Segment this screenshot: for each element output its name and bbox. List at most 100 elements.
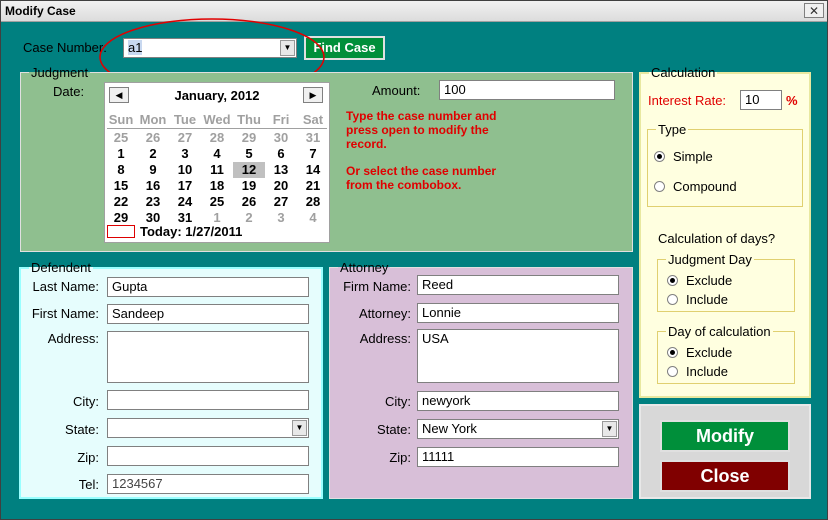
calendar-day[interactable]: 25: [105, 130, 137, 146]
interest-rate-input[interactable]: 10: [740, 90, 782, 110]
window-title: Modify Case: [5, 4, 76, 18]
judgment-day-include-radio[interactable]: [667, 294, 678, 305]
calendar-day[interactable]: 25: [201, 194, 233, 210]
judgment-day-include-label[interactable]: Include: [686, 292, 728, 307]
calendar-week-row: 1234567: [105, 146, 329, 162]
defendent-zip-input[interactable]: [107, 446, 309, 466]
calendar-day[interactable]: 22: [105, 194, 137, 210]
simple-radio[interactable]: [654, 151, 665, 162]
defendent-zip-label: Zip:: [77, 450, 99, 465]
attorney-state-select[interactable]: New York ▼: [417, 419, 619, 439]
attorney-input[interactable]: Lonnie: [417, 303, 619, 323]
chevron-down-icon[interactable]: ▼: [602, 421, 617, 437]
calendar-day[interactable]: 26: [233, 194, 265, 210]
calendar-day[interactable]: 7: [297, 146, 329, 162]
calendar-day[interactable]: 11: [201, 162, 233, 178]
attorney-legend: Attorney: [340, 260, 389, 275]
hint-line: Type the case number and: [346, 109, 497, 123]
day-calc-exclude-radio[interactable]: [667, 347, 678, 358]
simple-label[interactable]: Simple: [673, 149, 713, 164]
firm-name-input[interactable]: Reed: [417, 275, 619, 295]
calendar-day[interactable]: 3: [169, 146, 201, 162]
calendar-day[interactable]: 29: [105, 210, 137, 226]
attorney-zip-label: Zip:: [389, 450, 411, 465]
calendar-day[interactable]: 27: [169, 130, 201, 146]
attorney-city-input[interactable]: newyork: [417, 391, 619, 411]
attorney-address-input[interactable]: USA: [417, 329, 619, 383]
close-window-icon[interactable]: ✕: [804, 3, 824, 18]
day-calc-exclude-label[interactable]: Exclude: [686, 345, 732, 360]
today-text: Today: 1/27/2011: [140, 224, 243, 239]
judgment-day-exclude-label[interactable]: Exclude: [686, 273, 732, 288]
compound-label[interactable]: Compound: [673, 179, 737, 194]
calendar-day[interactable]: 17: [169, 178, 201, 194]
hint-line: record.: [346, 137, 387, 151]
next-month-icon[interactable]: ▶: [303, 87, 323, 103]
close-button[interactable]: Close: [660, 460, 790, 492]
tel-input[interactable]: 1234567: [107, 474, 309, 494]
calendar-day[interactable]: 24: [169, 194, 201, 210]
calendar-dow-row: Sun Mon Tue Wed Thu Fri Sat: [105, 112, 329, 128]
first-name-input[interactable]: Sandeep: [107, 304, 309, 324]
chevron-down-icon[interactable]: ▼: [292, 420, 307, 436]
attorney-zip-input[interactable]: 11111: [417, 447, 619, 467]
day-calc-include-label[interactable]: Include: [686, 364, 728, 379]
calendar-day[interactable]: 16: [137, 178, 169, 194]
calendar-day[interactable]: 20: [265, 178, 297, 194]
calendar-week-row: 25 26 27 28 29 30 31: [105, 130, 329, 146]
defendent-address-input[interactable]: [107, 331, 309, 383]
judgment-date-calendar[interactable]: ◀ January, 2012 ▶ Sun Mon Tue Wed Thu Fri Sat 2…: [104, 82, 330, 243]
judgment-day-exclude-radio[interactable]: [667, 275, 678, 286]
close-label: Close: [700, 466, 750, 486]
calendar-day[interactable]: 6: [265, 146, 297, 162]
last-name-input[interactable]: Gupta: [107, 277, 309, 297]
calendar-day[interactable]: 10: [169, 162, 201, 178]
calendar-dow-sat: Sat: [302, 112, 324, 127]
calendar-day[interactable]: 21: [297, 178, 329, 194]
calendar-week-row: 22 23 24 25 26 27 28: [105, 194, 329, 210]
calendar-day[interactable]: 28: [297, 194, 329, 210]
calendar-day[interactable]: 18: [201, 178, 233, 194]
first-name-label: First Name:: [31, 306, 99, 321]
calendar-day[interactable]: 19: [233, 178, 265, 194]
amount-input[interactable]: 100: [439, 80, 615, 100]
calendar-day[interactable]: 14: [297, 162, 329, 178]
calendar-day[interactable]: 2: [137, 146, 169, 162]
calendar-day[interactable]: 12: [233, 162, 265, 178]
days-title: Calculation of days?: [658, 231, 776, 246]
calendar-day[interactable]: 23: [137, 194, 169, 210]
calendar-week-row: 15 16 17 18 19 20 21: [105, 178, 329, 194]
amount-label: Amount:: [372, 83, 421, 98]
type-legend: Type: [658, 122, 687, 137]
calendar-day[interactable]: 3: [265, 210, 297, 226]
calendar-day[interactable]: 30: [265, 130, 297, 146]
hint-line: from the combobox.: [346, 178, 462, 192]
defendent-city-input[interactable]: [107, 390, 309, 410]
calendar-day[interactable]: 29: [233, 130, 265, 146]
calendar-divider: [107, 128, 327, 129]
day-calc-include-radio[interactable]: [667, 366, 678, 377]
modify-button[interactable]: Modify: [660, 420, 790, 452]
defendent-state-label: State:: [65, 422, 99, 437]
calendar-day[interactable]: 9: [137, 162, 169, 178]
attorney-state-label: State:: [377, 422, 411, 437]
attorney-address-label: Address:: [359, 331, 411, 346]
calendar-day[interactable]: 13: [265, 162, 297, 178]
defendent-state-select[interactable]: ▼: [107, 418, 309, 438]
defendent-legend: Defendent: [31, 260, 91, 275]
calendar-day[interactable]: 26: [137, 130, 169, 146]
calendar-day[interactable]: 4: [297, 210, 329, 226]
compound-radio[interactable]: [654, 181, 665, 192]
calendar-day[interactable]: 31: [297, 130, 329, 146]
judgment-legend: Judgment: [31, 65, 89, 80]
calendar-day[interactable]: 27: [265, 194, 297, 210]
modify-label: Modify: [696, 426, 754, 446]
calendar-day[interactable]: 4: [201, 146, 233, 162]
instruction-text: Type the case number and press open to m…: [346, 109, 497, 192]
calendar-day[interactable]: 15: [105, 178, 137, 194]
calendar-day[interactable]: 8: [105, 162, 137, 178]
calendar-day[interactable]: 28: [201, 130, 233, 146]
calendar-day[interactable]: 5: [233, 146, 265, 162]
calendar-day[interactable]: 1: [105, 146, 137, 162]
calculation-legend: Calculation: [651, 65, 716, 80]
